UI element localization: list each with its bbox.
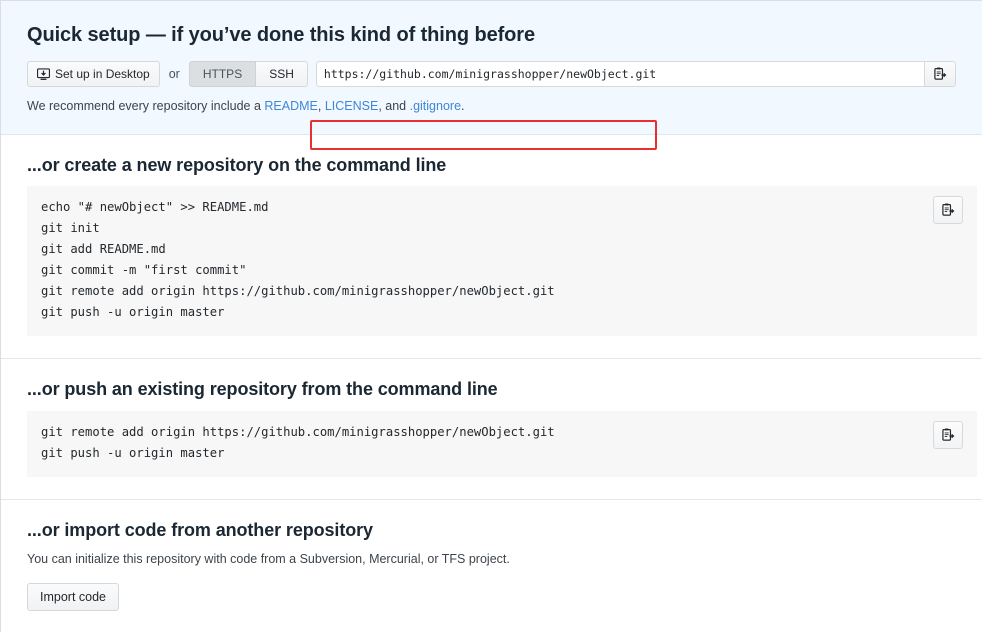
code-line: git commit -m "first commit" bbox=[41, 263, 247, 278]
import-code-description: You can initialize this repository with … bbox=[27, 552, 510, 567]
gitignore-link[interactable]: .gitignore bbox=[410, 99, 461, 113]
recommend-suffix: . bbox=[461, 99, 465, 113]
push-repository-title: ...or push an existing repository from t… bbox=[27, 379, 498, 400]
import-code-section: ...or import code from another repositor… bbox=[1, 500, 982, 633]
clipboard-copy-icon bbox=[941, 428, 955, 442]
set-up-in-desktop-button[interactable]: Set up in Desktop bbox=[27, 61, 160, 87]
copy-url-button[interactable] bbox=[924, 61, 956, 87]
or-separator-label: or bbox=[168, 67, 180, 81]
repository-quick-setup-page: Quick setup — if you’ve done this kind o… bbox=[0, 0, 982, 632]
clone-url-input[interactable] bbox=[315, 61, 924, 87]
license-link[interactable]: LICENSE bbox=[325, 99, 379, 113]
protocol-selector: HTTPS SSH bbox=[188, 61, 308, 87]
clone-url-row: Set up in Desktop or HTTPS SSH bbox=[27, 61, 956, 150]
code-line: git remote add origin https://github.com… bbox=[41, 284, 555, 299]
protocol-https-button[interactable]: HTTPS bbox=[188, 61, 257, 87]
copy-push-commands-button[interactable] bbox=[933, 420, 963, 449]
set-up-in-desktop-label: Set up in Desktop bbox=[55, 67, 150, 81]
recommend-sep-1: , bbox=[317, 99, 325, 113]
import-code-button[interactable]: Import code bbox=[27, 582, 120, 611]
code-line: git push -u origin master bbox=[41, 445, 225, 460]
protocol-ssh-button[interactable]: SSH bbox=[256, 61, 308, 87]
import-code-title: ...or import code from another repositor… bbox=[27, 519, 373, 540]
code-line: git remote add origin https://github.com… bbox=[41, 424, 555, 439]
clipboard-copy-icon bbox=[941, 203, 955, 217]
code-line: echo "# newObject" >> README.md bbox=[41, 200, 269, 215]
copy-create-commands-button[interactable] bbox=[933, 196, 963, 225]
create-repository-code-block: echo "# newObject" >> README.md git init… bbox=[27, 186, 977, 337]
desktop-download-icon bbox=[37, 67, 50, 81]
clone-url-field-group bbox=[315, 61, 956, 87]
push-repository-code-block: git remote add origin https://github.com… bbox=[27, 410, 977, 477]
recommend-sep-2: , and bbox=[378, 99, 410, 113]
push-repository-section: ...or push an existing repository from t… bbox=[1, 359, 982, 500]
code-line: git add README.md bbox=[41, 242, 166, 257]
readme-link[interactable]: README bbox=[264, 99, 317, 113]
quick-setup-section: Quick setup — if you’ve done this kind o… bbox=[1, 1, 982, 150]
clipboard-copy-icon bbox=[933, 67, 947, 81]
code-line: git init bbox=[41, 221, 100, 236]
create-repository-title: ...or create a new repository on the com… bbox=[27, 154, 447, 175]
create-repository-section: ...or create a new repository on the com… bbox=[1, 135, 982, 360]
code-line: git push -u origin master bbox=[41, 305, 225, 320]
quick-setup-title: Quick setup — if you’ve done this kind o… bbox=[27, 24, 535, 46]
recommend-prefix: We recommend every repository include a bbox=[27, 99, 265, 113]
recommend-text: We recommend every repository include a … bbox=[27, 98, 956, 116]
